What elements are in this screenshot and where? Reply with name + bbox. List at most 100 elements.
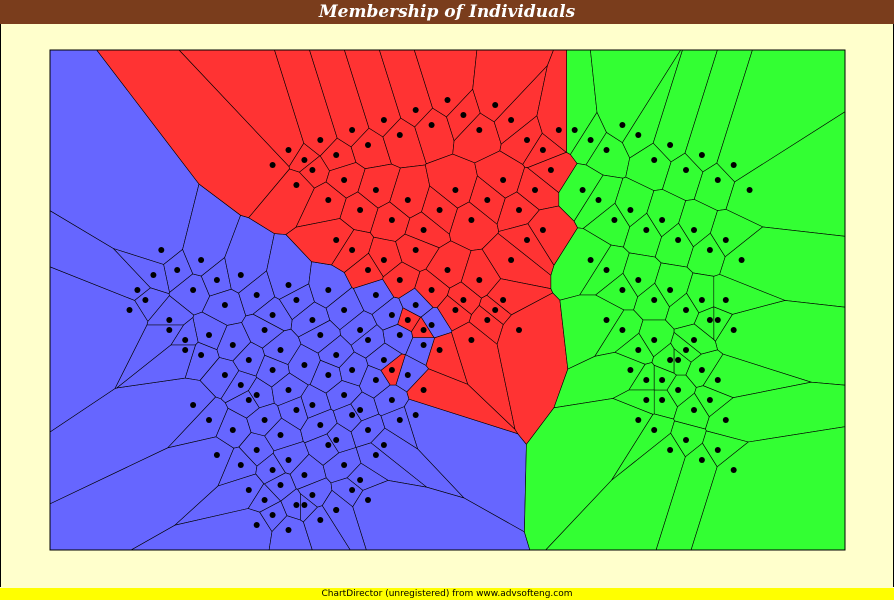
data-point: [365, 142, 371, 148]
data-point: [357, 207, 364, 213]
data-point: [627, 207, 634, 213]
data-point: [285, 147, 292, 153]
data-point: [261, 327, 268, 333]
data-point: [269, 312, 276, 318]
data-point: [253, 392, 260, 398]
data-point: [547, 167, 554, 173]
data-point: [261, 497, 268, 503]
data-point: [730, 467, 737, 473]
data-point: [420, 342, 427, 348]
data-point: [571, 127, 578, 133]
data-point: [659, 397, 666, 403]
data-point: [293, 182, 300, 188]
data-point: [269, 162, 276, 168]
data-point: [611, 217, 618, 223]
data-point: [532, 187, 538, 193]
data-point: [253, 522, 260, 528]
data-point: [412, 107, 419, 113]
data-point: [683, 167, 689, 173]
data-point: [420, 387, 427, 393]
data-point: [365, 497, 371, 503]
data-point: [198, 257, 205, 263]
data-point: [698, 297, 705, 303]
data-point: [285, 282, 292, 288]
data-point: [635, 132, 642, 138]
data-point: [595, 197, 602, 203]
data-point: [349, 487, 356, 493]
data-point: [349, 367, 356, 373]
data-point: [349, 247, 356, 253]
data-point: [285, 387, 292, 393]
data-point: [309, 492, 316, 498]
data-point: [317, 137, 324, 143]
data-point: [603, 317, 610, 323]
data-point: [635, 347, 642, 353]
data-point: [508, 117, 515, 123]
data-point: [508, 257, 515, 263]
data-point: [404, 372, 411, 378]
data-point: [746, 187, 753, 193]
data-point: [667, 287, 674, 293]
data-point: [659, 217, 666, 223]
data-point: [396, 277, 403, 283]
data-point: [293, 297, 300, 303]
data-point: [333, 152, 340, 158]
data-point: [412, 247, 419, 253]
data-point: [206, 332, 212, 338]
data-point: [404, 197, 411, 203]
data-point: [325, 197, 332, 203]
data-point: [158, 247, 165, 253]
data-point: [269, 512, 276, 518]
data-point: [253, 447, 260, 453]
data-point: [691, 407, 697, 413]
data-point: [675, 357, 682, 363]
chart-root: Membership of Individuals ChartDirector …: [0, 0, 894, 600]
data-point: [206, 417, 212, 423]
data-point: [730, 327, 737, 333]
data-point: [643, 227, 650, 233]
data-point: [325, 287, 332, 293]
data-point: [333, 507, 340, 513]
data-point: [698, 457, 705, 463]
data-point: [476, 277, 483, 283]
data-point: [190, 402, 197, 408]
data-point: [683, 347, 689, 353]
data-point: [714, 377, 721, 383]
data-point: [722, 417, 729, 423]
data-point: [683, 307, 689, 313]
data-point: [365, 427, 371, 433]
data-point: [269, 467, 276, 473]
data-point: [524, 137, 530, 143]
data-point: [603, 267, 610, 273]
data-point: [309, 317, 316, 323]
data-point: [269, 367, 276, 373]
data-point: [420, 227, 427, 233]
data-point: [539, 227, 546, 233]
data-point: [349, 412, 356, 418]
data-point: [221, 302, 228, 308]
data-point: [619, 327, 626, 333]
data-point: [301, 362, 308, 368]
data-point: [619, 287, 626, 293]
footer-text: ChartDirector (unregistered) from www.ad…: [321, 589, 573, 599]
data-point: [460, 297, 467, 303]
data-point: [357, 477, 364, 483]
data-point: [380, 357, 387, 363]
data-point: [317, 422, 324, 428]
data-point: [166, 327, 173, 333]
data-point: [691, 337, 697, 343]
data-point: [317, 517, 324, 523]
data-point: [182, 347, 189, 353]
data-point: [500, 177, 507, 183]
data-point: [245, 487, 252, 493]
data-point: [333, 437, 340, 443]
data-point: [706, 247, 713, 253]
data-point: [277, 347, 284, 353]
data-point: [635, 277, 642, 283]
data-point: [126, 307, 133, 313]
data-point: [372, 377, 379, 383]
data-point: [444, 267, 451, 273]
data-point: [166, 317, 173, 323]
data-point: [142, 297, 149, 303]
data-point: [651, 157, 658, 163]
